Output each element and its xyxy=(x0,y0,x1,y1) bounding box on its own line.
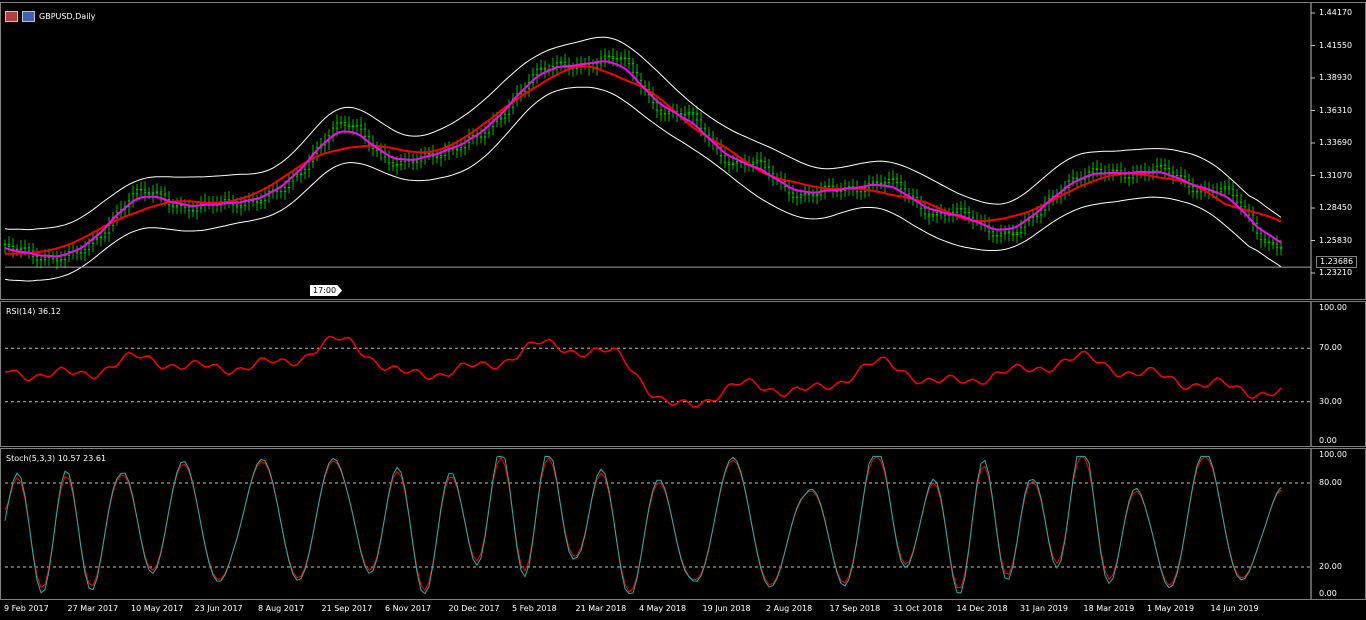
candles-layer xyxy=(3,48,1283,270)
rsi-tick-label: 100.00 xyxy=(1319,303,1347,312)
symbol-flag-icon xyxy=(22,11,35,22)
rsi-tick-label: 0.00 xyxy=(1319,436,1337,445)
time-tick-label: 27 Mar 2017 xyxy=(67,604,119,613)
stoch-main-line xyxy=(4,455,1282,595)
time-tick-label: 1 May 2019 xyxy=(1147,604,1195,613)
rsi-tick-label: 30.00 xyxy=(1319,396,1342,406)
time-tick-label: 21 Mar 2018 xyxy=(575,604,627,613)
time-tick-label: 31 Jan 2019 xyxy=(1020,604,1068,613)
stoch-chart[interactable] xyxy=(1,449,1366,600)
price-tick-label: 1.38930 xyxy=(1319,73,1353,82)
rsi-tick-label: 70.00 xyxy=(1319,343,1342,353)
time-tick-label: 6 Nov 2017 xyxy=(385,604,432,613)
time-tick-label: 20 Dec 2017 xyxy=(448,604,500,613)
ma-fast-line xyxy=(4,60,1282,258)
stoch-tick-label: 100.00 xyxy=(1319,450,1347,459)
stoch-tick-label: 80.00 xyxy=(1319,478,1342,487)
time-tick-label: 17 Sep 2018 xyxy=(829,604,881,613)
bollinger-upper xyxy=(4,36,1282,231)
price-tick-label: 1.44170 xyxy=(1319,8,1353,17)
stoch-label: Stoch(5,3,3) 10.57 23.61 xyxy=(6,454,107,463)
current-price-badge: 1.23686 xyxy=(1316,256,1358,268)
price-tick-label: 1.36310 xyxy=(1319,105,1353,115)
time-tick-label: 31 Oct 2018 xyxy=(893,604,943,613)
time-tick-label: 10 May 2017 xyxy=(131,604,184,613)
ma-slow-line xyxy=(4,65,1282,255)
rsi-line xyxy=(4,335,1282,408)
chart-window-icon xyxy=(5,11,18,22)
rsi-panel[interactable]: RSI(14) 36.12 100.00 70.00 30.00 0.00 xyxy=(0,301,1366,447)
price-tick-label: 1.41550 xyxy=(1319,40,1353,50)
stoch-tick-label: 20.00 xyxy=(1319,562,1342,571)
rsi-chart[interactable] xyxy=(1,302,1366,447)
price-chart-panel[interactable]: GBPUSD,Daily 1.44170 1.41550 1.38930 1.3631… xyxy=(0,2,1366,300)
stoch-panel[interactable]: Stoch(5,3,3) 10.57 23.61 100.00 80.00 20.0… xyxy=(0,448,1366,600)
time-tick-label: 14 Jun 2019 xyxy=(1210,604,1259,613)
time-tick-label: 23 Jun 2017 xyxy=(194,604,243,613)
time-tick-label: 18 Mar 2019 xyxy=(1083,604,1135,613)
time-tick-label: 21 Sep 2017 xyxy=(321,604,373,613)
rsi-label: RSI(14) 36.12 xyxy=(6,307,61,316)
time-tick-label: 4 May 2018 xyxy=(639,604,687,613)
stoch-signal-line xyxy=(4,455,1282,593)
bollinger-lower xyxy=(4,86,1282,282)
stoch-tick-label: 0.00 xyxy=(1319,589,1337,598)
price-tick-label: 1.31070 xyxy=(1319,170,1353,180)
time-tick-label: 5 Feb 2018 xyxy=(512,604,557,613)
time-tick-label: 2 Aug 2018 xyxy=(766,604,813,613)
price-tick-label: 1.33690 xyxy=(1319,138,1353,147)
symbol-header: GBPUSD,Daily xyxy=(5,11,95,22)
time-tick-label: 8 Aug 2017 xyxy=(258,604,305,613)
time-tick-label: 14 Dec 2018 xyxy=(956,604,1008,613)
price-tick-label: 1.23210 xyxy=(1319,268,1353,277)
time-tick-label: 19 Jun 2018 xyxy=(702,604,751,613)
price-tick-label: 1.25830 xyxy=(1319,235,1353,245)
price-tick-label: 1.28450 xyxy=(1319,203,1353,212)
symbol-title: GBPUSD,Daily xyxy=(39,12,96,21)
time-badge: 17:00 xyxy=(310,285,343,296)
time-tick-label: 9 Feb 2017 xyxy=(4,604,49,613)
price-chart[interactable] xyxy=(1,3,1366,300)
